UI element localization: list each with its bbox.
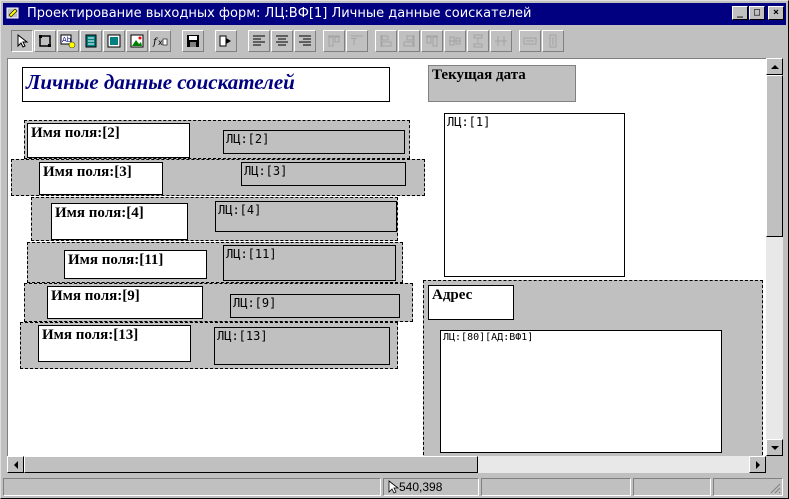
coords-panel: 540,398 [383, 478, 479, 496]
formula-tool-icon[interactable]: fx [149, 30, 171, 52]
data-field-icon[interactable] [80, 30, 102, 52]
arrow-right-icon [755, 460, 760, 469]
field-group-row[interactable]: Имя поля:[2] ЛЦ:[2] [24, 120, 410, 159]
arrow-left-icon [13, 460, 18, 469]
toolbar: Ab fx T [3, 27, 786, 57]
minimize-button[interactable]: _ [732, 6, 748, 20]
horizontal-scrollbar[interactable] [7, 456, 766, 473]
field-label[interactable]: Имя поля:[13] [38, 325, 191, 362]
field-label[interactable]: Имя поля:[2] [27, 123, 190, 158]
current-date-label[interactable]: Текущая дата [428, 65, 576, 102]
space-even-icon[interactable] [490, 30, 512, 52]
run-preview-icon[interactable] [215, 30, 237, 52]
distribute-left-icon[interactable] [375, 30, 397, 52]
status-panel [3, 478, 381, 496]
scroll-up-button[interactable] [766, 58, 783, 75]
arrow-down-icon [770, 445, 779, 450]
horizontal-scroll-thumb[interactable] [24, 456, 478, 473]
address-group[interactable]: Адрес ЛЦ:[80][АД:ВФ1] [423, 280, 763, 457]
data-field[interactable]: ЛЦ:[4] [215, 201, 397, 232]
vertical-scroll-thumb[interactable] [766, 75, 783, 237]
svg-text:T: T [350, 37, 358, 48]
status-panel [633, 478, 711, 496]
align-center-icon[interactable] [271, 30, 293, 52]
field-label[interactable]: Имя поля:[11] [64, 250, 207, 279]
field-group-row[interactable]: Имя поля:[3] ЛЦ:[3] [11, 159, 425, 196]
data-field[interactable]: ЛЦ:[11] [223, 245, 396, 281]
vertical-scrollbar[interactable] [766, 58, 783, 456]
status-bar: 540,398 [3, 477, 786, 497]
field-group-row[interactable]: Имя поля:[11] ЛЦ:[11] [27, 242, 403, 283]
status-panel [481, 478, 631, 496]
field-group-row[interactable]: Имя поля:[13] ЛЦ:[13] [20, 322, 398, 369]
form-title[interactable]: Личные данные соискателей [22, 67, 390, 102]
scroll-corner [766, 456, 783, 473]
svg-text:x: x [158, 38, 163, 47]
scroll-right-button[interactable] [749, 456, 766, 473]
image-tool-icon[interactable] [126, 30, 148, 52]
photo-field[interactable]: ЛЦ:[1] [444, 113, 625, 277]
group-tool-icon[interactable] [103, 30, 125, 52]
designer-window: Проектирование выходных форм: ЛЦ:ВФ[1] Л… [0, 0, 789, 499]
data-field[interactable]: ЛЦ:[9] [230, 294, 400, 318]
same-height-icon[interactable] [542, 30, 564, 52]
align-top-icon[interactable] [323, 30, 345, 52]
distribute-top-icon[interactable] [421, 30, 443, 52]
field-label[interactable]: Имя поля:[9] [47, 286, 203, 319]
design-canvas[interactable]: Личные данные соискателей Текущая дата Л… [7, 58, 767, 457]
space-vertical-icon[interactable] [467, 30, 489, 52]
data-field[interactable]: ЛЦ:[3] [241, 162, 406, 186]
frame-icon[interactable] [34, 30, 56, 52]
align-left-icon[interactable] [248, 30, 270, 52]
same-width-icon[interactable] [519, 30, 541, 52]
field-label[interactable]: Имя поля:[4] [51, 203, 188, 240]
save-icon[interactable] [182, 30, 204, 52]
data-field[interactable]: ЛЦ:[13] [214, 327, 390, 365]
address-field[interactable]: ЛЦ:[80][АД:ВФ1] [440, 330, 722, 453]
field-group-row[interactable]: Имя поля:[4] ЛЦ:[4] [31, 197, 398, 241]
field-label[interactable]: Имя поля:[3] [39, 162, 163, 195]
cursor-icon [388, 480, 400, 494]
status-panel [713, 478, 783, 496]
title-bar[interactable]: Проектирование выходных форм: ЛЦ:ВФ[1] Л… [3, 3, 786, 25]
arrow-up-icon [770, 64, 779, 69]
address-label[interactable]: Адрес [428, 285, 514, 320]
cursor-coordinates: 540,398 [399, 480, 443, 494]
field-group-row[interactable]: Имя поля:[9] ЛЦ:[9] [24, 283, 413, 322]
app-icon[interactable] [6, 6, 20, 20]
data-field[interactable]: ЛЦ:[2] [223, 130, 405, 154]
scroll-left-button[interactable] [7, 456, 24, 473]
window-title: Проектирование выходных форм: ЛЦ:ВФ[1] Л… [27, 6, 532, 21]
scroll-down-button[interactable] [766, 439, 783, 456]
close-button[interactable]: × [768, 6, 784, 20]
maximize-button[interactable]: □ [749, 6, 765, 20]
resize-grip-icon[interactable] [769, 482, 781, 494]
align-right-icon[interactable] [294, 30, 316, 52]
align-baseline-icon[interactable]: T [346, 30, 368, 52]
label-tool-icon[interactable]: Ab [57, 30, 79, 52]
select-arrow-icon[interactable] [11, 30, 33, 52]
distribute-right-icon[interactable] [398, 30, 420, 52]
distribute-middle-icon[interactable] [444, 30, 466, 52]
